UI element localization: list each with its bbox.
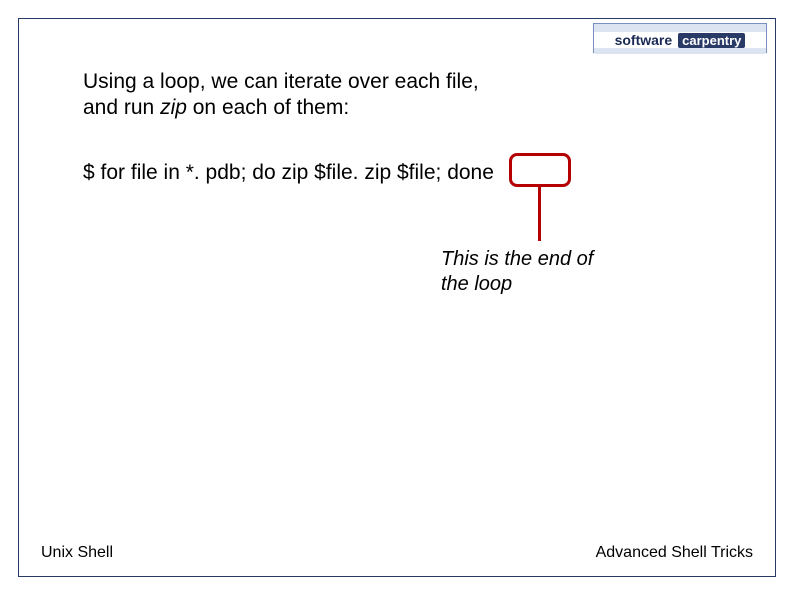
logo-box: software carpentry bbox=[593, 23, 767, 53]
command-text: for file in *. pdb; do zip $file. zip $f… bbox=[101, 161, 494, 184]
body-line-2b: on each of them: bbox=[187, 96, 349, 119]
logo-top-strip bbox=[594, 24, 766, 32]
callout-text: This is the end of the loop bbox=[441, 247, 661, 297]
callout-connector bbox=[538, 187, 541, 241]
footer-left: Unix Shell bbox=[41, 544, 113, 562]
footer-right: Advanced Shell Tricks bbox=[596, 544, 753, 562]
highlight-done bbox=[509, 153, 571, 187]
callout-line-1: This is the end of bbox=[441, 248, 593, 270]
logo-word-software: software bbox=[615, 32, 673, 48]
command-line: $ for file in *. pdb; do zip $file. zip … bbox=[83, 161, 494, 185]
logo-word-carpentry: carpentry bbox=[678, 33, 745, 48]
command-prompt: $ bbox=[83, 161, 101, 184]
body-text: Using a loop, we can iterate over each f… bbox=[83, 69, 643, 122]
slide-frame: software carpentry Using a loop, we can … bbox=[18, 18, 776, 577]
logo-title: software carpentry bbox=[594, 32, 766, 48]
logo-bottom-strip bbox=[594, 48, 766, 54]
body-line-2a: and run bbox=[83, 96, 160, 119]
body-line-2-ital: zip bbox=[160, 96, 187, 119]
body-line-1: Using a loop, we can iterate over each f… bbox=[83, 70, 479, 93]
callout-line-2: the loop bbox=[441, 273, 512, 295]
